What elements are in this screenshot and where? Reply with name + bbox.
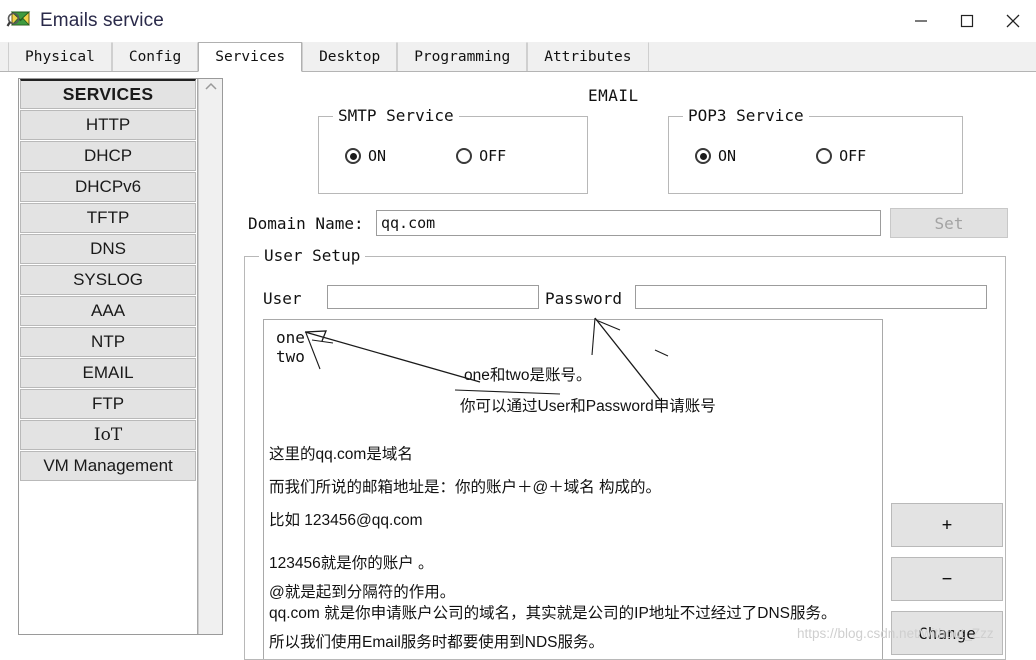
sidebar-item-aaa[interactable]: AAA: [20, 296, 197, 326]
sidebar-item-dhcpv6[interactable]: DHCPv6: [20, 172, 197, 202]
minimize-icon[interactable]: [898, 0, 944, 42]
user-label: User: [263, 289, 302, 308]
tab-attributes[interactable]: Attributes: [527, 42, 649, 71]
watermark-text: https://blog.csdn.net/without_Zzz: [797, 626, 994, 641]
sidebar-item-dns[interactable]: DNS: [20, 234, 197, 264]
user-setup-legend: User Setup: [259, 246, 366, 265]
sidebar-scrollbar[interactable]: [198, 79, 222, 634]
remove-user-button[interactable]: −: [891, 557, 1003, 601]
tab-physical[interactable]: Physical: [8, 42, 112, 71]
sidebar-item-http[interactable]: HTTP: [20, 110, 197, 140]
smtp-radio-row: ON OFF: [319, 147, 587, 165]
password-label: Password: [545, 289, 623, 308]
sidebar-item-ntp[interactable]: NTP: [20, 327, 197, 357]
tab-config[interactable]: Config: [111, 42, 199, 71]
annotation-accounts-note: one和two是账号。: [464, 367, 592, 384]
tab-services[interactable]: Services: [198, 42, 303, 72]
user-input[interactable]: [327, 285, 539, 309]
sidebar-item-vm-management[interactable]: VM Management: [20, 451, 197, 481]
page-title: EMAIL: [588, 86, 639, 105]
radio-selected-icon: [695, 148, 711, 164]
annotation-line-4: 123456就是你的账户 。: [269, 555, 434, 572]
radio-selected-icon: [345, 148, 361, 164]
sidebar-item-syslog[interactable]: SYSLOG: [20, 265, 197, 295]
annotation-line-2: 而我们所说的邮箱地址是：你的账户＋@＋域名 构成的。: [269, 479, 662, 496]
window-title: Emails service: [40, 10, 164, 31]
tab-desktop[interactable]: Desktop: [302, 42, 398, 71]
radio-unselected-icon: [816, 148, 833, 164]
pop3-off-radio[interactable]: OFF: [816, 147, 866, 165]
annotation-line-1: 这里的qq.com是域名: [269, 446, 413, 463]
title-bar: Emails service: [0, 0, 1036, 42]
password-input[interactable]: [635, 285, 987, 309]
sidebar-item-dhcp[interactable]: DHCP: [20, 141, 197, 171]
domain-name-label: Domain Name:: [248, 214, 364, 233]
email-magnifier-icon: [6, 8, 32, 34]
smtp-off-label: OFF: [479, 147, 507, 165]
tab-bar: Physical Config Services Desktop Program…: [0, 42, 1036, 72]
smtp-off-radio[interactable]: OFF: [456, 147, 506, 165]
radio-unselected-icon: [456, 148, 473, 164]
pop3-on-label: ON: [718, 147, 737, 165]
annotation-line-5: @就是起到分隔符的作用。: [269, 584, 456, 601]
sidebar-item-ftp[interactable]: FTP: [20, 389, 197, 419]
set-button[interactable]: Set: [890, 208, 1008, 238]
tab-programming[interactable]: Programming: [397, 42, 528, 71]
sidebar-item-iot[interactable]: IoT: [20, 420, 197, 450]
list-item[interactable]: one: [276, 328, 882, 347]
smtp-on-label: ON: [368, 147, 387, 165]
pop3-service-group: POP3 Service ON OFF: [668, 106, 963, 194]
sidebar-header: SERVICES: [20, 79, 197, 109]
pop3-radio-row: ON OFF: [669, 147, 962, 165]
pop3-on-radio[interactable]: ON: [695, 147, 736, 165]
domain-name-input[interactable]: [376, 210, 881, 236]
annotation-apply-note: 你可以通过User和Password申请账号: [460, 398, 716, 415]
chevron-up-icon[interactable]: [199, 82, 222, 92]
sidebar-item-email[interactable]: EMAIL: [20, 358, 197, 388]
pop3-legend: POP3 Service: [683, 106, 809, 125]
smtp-on-radio[interactable]: ON: [345, 147, 386, 165]
close-icon[interactable]: [990, 0, 1036, 42]
services-list: SERVICES HTTP DHCP DHCPv6 TFTP DNS SYSLO…: [19, 79, 199, 634]
annotation-line-7: 所以我们使用Email服务时都要使用到NDS服务。: [269, 634, 604, 651]
smtp-service-group: SMTP Service ON OFF: [318, 106, 588, 194]
smtp-legend: SMTP Service: [333, 106, 459, 125]
add-user-button[interactable]: +: [891, 503, 1003, 547]
pop3-off-label: OFF: [839, 147, 867, 165]
annotation-line-3: 比如 123456@qq.com: [269, 512, 423, 529]
maximize-icon[interactable]: [944, 0, 990, 42]
services-sidebar: SERVICES HTTP DHCP DHCPv6 TFTP DNS SYSLO…: [18, 78, 223, 635]
annotation-line-6: qq.com 就是你申请账户公司的域名，其实就是公司的IP地址不过经过了DNS服…: [269, 605, 837, 622]
sidebar-item-tftp[interactable]: TFTP: [20, 203, 197, 233]
window-controls: [898, 0, 1036, 42]
